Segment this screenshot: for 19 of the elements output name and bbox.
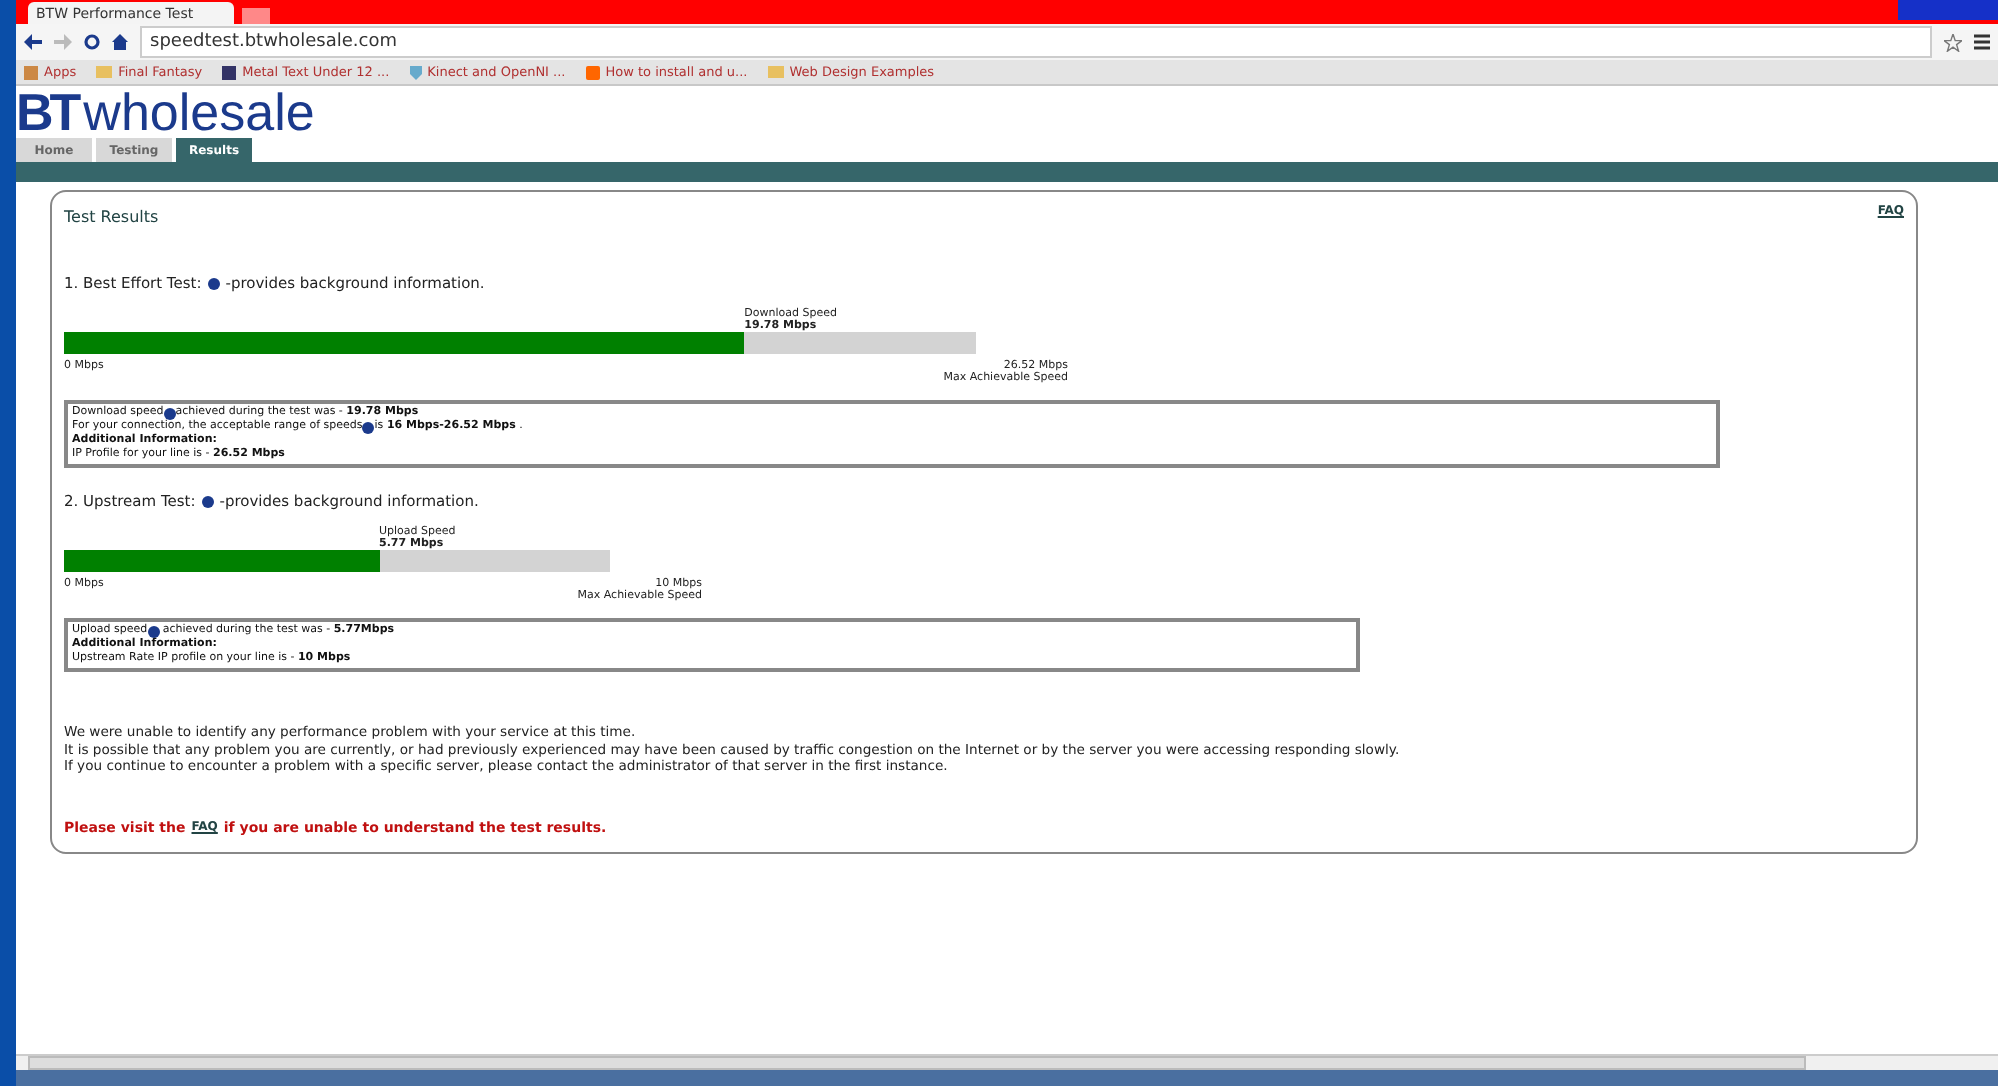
folder-icon [96,66,113,78]
home-icon[interactable] [112,34,128,50]
panel-title: Test Results [64,208,159,226]
menu-icon[interactable] [1974,34,1990,50]
star-icon[interactable] [1944,33,1962,51]
shield-icon [409,65,422,79]
blog-icon [585,65,600,79]
info-icon [147,625,160,637]
info-icon [163,407,176,419]
page-icon [222,65,237,79]
info-icon [207,277,220,289]
address-bar[interactable]: speedtest.btwholesale.com [140,26,1932,58]
logo: BTwholesale [16,86,317,138]
apps-grid-icon [24,65,38,79]
back-icon[interactable] [24,34,42,50]
info-icon [362,421,375,433]
info-icon [201,495,214,507]
folder-icon [767,66,784,78]
horizontal-scrollbar[interactable] [16,1054,1998,1070]
